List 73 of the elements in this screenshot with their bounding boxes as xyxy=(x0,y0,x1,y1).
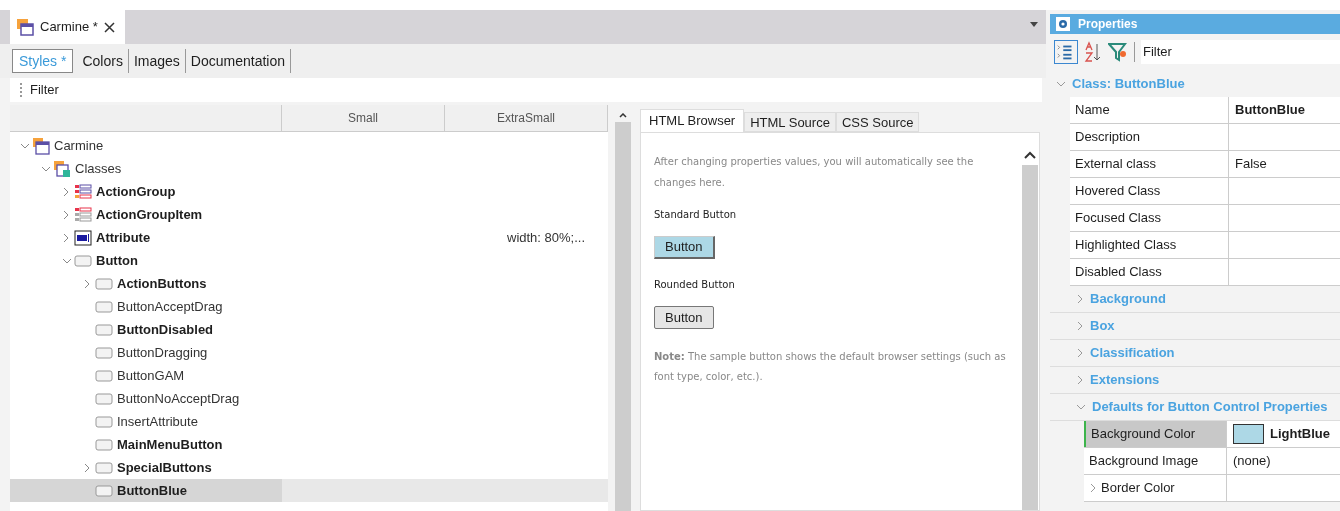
tree-item[interactable]: SpecialButtons xyxy=(10,456,282,479)
tree-item[interactable]: Button xyxy=(10,249,282,272)
folder-icon xyxy=(32,136,50,155)
expand-icon[interactable] xyxy=(83,278,91,289)
tree-item[interactable]: Carmine xyxy=(10,134,282,157)
property-name[interactable]: Name xyxy=(1070,97,1229,123)
collapse-icon[interactable] xyxy=(20,141,30,150)
tree-item[interactable]: ButtonAcceptDrag xyxy=(10,295,282,318)
tree-item[interactable]: Classes xyxy=(10,157,282,180)
property-name[interactable]: Background Image xyxy=(1084,448,1227,474)
tree-item[interactable]: ActionGroupItem xyxy=(10,203,282,226)
column-header[interactable]: Small xyxy=(282,105,445,131)
property-value[interactable]: ButtonBlue xyxy=(1235,100,1306,120)
tree-item[interactable]: MainMenuButton xyxy=(10,433,282,456)
dropdown-icon[interactable] xyxy=(1030,22,1038,27)
classes-icon xyxy=(53,159,71,178)
property-value[interactable]: (none) xyxy=(1233,451,1271,471)
scroll-up-icon[interactable] xyxy=(619,113,627,118)
expand-icon[interactable] xyxy=(1076,294,1084,304)
tree-item[interactable]: ButtonDisabled xyxy=(10,318,282,341)
expand-icon[interactable] xyxy=(1076,348,1084,358)
attribute-icon xyxy=(74,228,92,247)
tree-item[interactable]: ActionGroup xyxy=(10,180,282,203)
property-name[interactable]: External class xyxy=(1070,151,1229,177)
sample-button[interactable]: Button xyxy=(654,236,715,259)
note-text: Note: The sample button shows the default browser settings (such as font type, color, etc.). xyxy=(654,350,1007,384)
property-value[interactable]: False xyxy=(1235,154,1267,174)
expand-icon[interactable] xyxy=(1076,375,1084,385)
tree-item[interactable]: ButtonGAM xyxy=(10,364,282,387)
document-tab[interactable]: Carmine * xyxy=(10,10,125,44)
scroll-up-icon[interactable] xyxy=(1024,151,1036,159)
action-group-item-icon xyxy=(74,205,92,224)
subtab[interactable]: Documentation xyxy=(185,49,292,73)
collapse-icon[interactable] xyxy=(1056,79,1066,88)
collapse-icon[interactable] xyxy=(1076,403,1086,411)
panel-title: Properties xyxy=(1078,16,1138,33)
tree-item[interactable]: ButtonNoAcceptDrag xyxy=(10,387,282,410)
expand-icon[interactable] xyxy=(62,232,70,243)
tree-item[interactable]: ButtonBlue xyxy=(10,479,282,502)
sample-button[interactable]: Button xyxy=(654,306,714,329)
expand-icon[interactable] xyxy=(62,209,70,220)
preview-tab[interactable]: HTML Browser xyxy=(640,109,745,132)
preview-tab[interactable]: CSS Source xyxy=(835,112,920,132)
filter-label: Filter xyxy=(1143,43,1172,62)
filter-icon[interactable] xyxy=(1108,41,1128,63)
categorized-view-icon[interactable] xyxy=(1054,40,1078,64)
cell-value: width: 80%;... xyxy=(507,228,586,247)
sample-label: Standard Button xyxy=(654,208,738,222)
preview-tab[interactable]: HTML Source xyxy=(744,112,836,132)
subtab[interactable]: Colors xyxy=(77,49,129,73)
sort-alphabetical-icon[interactable] xyxy=(1084,41,1102,63)
intro-text: After changing properties values, you will automatically see the changes here. xyxy=(654,155,975,190)
close-icon[interactable] xyxy=(103,21,115,33)
settings-icon xyxy=(1056,17,1070,31)
filter-label: Filter xyxy=(30,81,59,100)
subtab[interactable]: Images xyxy=(128,49,186,73)
action-group-icon xyxy=(74,182,92,201)
property-value[interactable]: LightBlue xyxy=(1270,424,1330,444)
expand-icon[interactable] xyxy=(1089,483,1097,493)
collapse-icon[interactable] xyxy=(62,256,72,265)
scrollbar-track[interactable] xyxy=(615,122,631,511)
property-name[interactable]: Background Color xyxy=(1084,421,1227,447)
collapse-icon[interactable] xyxy=(41,164,51,173)
expand-icon[interactable] xyxy=(1076,321,1084,331)
expand-icon[interactable] xyxy=(62,186,70,197)
expand-icon[interactable] xyxy=(83,462,91,473)
tree-item[interactable]: Attribute xyxy=(10,226,282,249)
sample-label: Rounded Button xyxy=(654,278,736,292)
tree-item[interactable]: InsertAttribute xyxy=(10,410,282,433)
scrollbar-track[interactable] xyxy=(1022,165,1038,510)
tree-item[interactable]: ButtonDragging xyxy=(10,341,282,364)
window-icon xyxy=(16,18,34,36)
tree-item[interactable]: ActionButtons xyxy=(10,272,282,295)
